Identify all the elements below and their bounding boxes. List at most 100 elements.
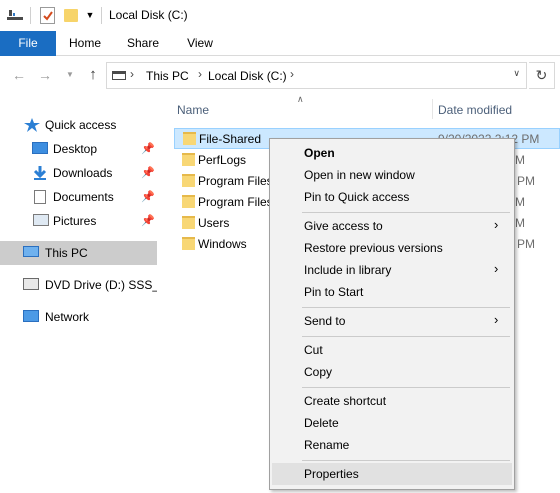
menu-separator	[302, 336, 510, 337]
menu-item-pin-quick-access[interactable]: Pin to Quick access	[272, 186, 512, 208]
menu-separator	[302, 460, 510, 461]
tab-home[interactable]: Home	[56, 31, 114, 56]
new-folder-icon[interactable]	[64, 9, 78, 22]
nav-label: Documents	[53, 190, 114, 204]
navigation-pane: Quick access Desktop 📌 Downloads 📌 Docum…	[0, 94, 157, 493]
menu-item-properties[interactable]: Properties	[272, 463, 512, 485]
tab-share[interactable]: Share	[114, 31, 172, 56]
menu-item-open-new-window[interactable]: Open in new window	[272, 164, 512, 186]
menu-item-label: Create shortcut	[304, 394, 387, 408]
nav-label: Network	[45, 310, 90, 324]
menu-item-delete[interactable]: Delete	[272, 412, 512, 434]
nav-item-downloads[interactable]: Downloads 📌	[0, 162, 157, 184]
refresh-icon[interactable]: ↻	[529, 62, 555, 89]
menu-separator	[302, 307, 510, 308]
computer-icon	[23, 246, 39, 257]
nav-item-desktop[interactable]: Desktop 📌	[0, 138, 157, 160]
context-menu: Open Open in new window Pin to Quick acc…	[269, 138, 515, 490]
menu-item-label: Pin to Start	[304, 285, 364, 299]
pictures-icon	[33, 214, 49, 226]
nav-item-network[interactable]: Network	[0, 306, 157, 328]
nav-item-dvd-drive[interactable]: DVD Drive (D:) SSS_X6	[0, 274, 157, 296]
menu-separator	[302, 212, 510, 213]
folder-icon	[183, 132, 196, 145]
folder-icon	[182, 174, 195, 187]
breadcrumb-local-disk[interactable]: Local Disk (C:)	[208, 69, 287, 83]
menu-item-label: Open in new window	[304, 168, 415, 182]
nav-item-quick-access[interactable]: Quick access	[0, 114, 157, 136]
up-arrow-icon[interactable]: ↑	[85, 67, 101, 83]
menu-item-pin-to-start[interactable]: Pin to Start	[272, 281, 512, 303]
folder-icon	[182, 195, 195, 208]
breadcrumb-chevron-icon[interactable]: ›	[130, 67, 134, 81]
file-name: Program Files	[198, 195, 273, 209]
nav-label: Desktop	[53, 142, 98, 156]
submenu-arrow-icon: ›	[494, 261, 499, 276]
breadcrumb-this-pc[interactable]: This PC	[146, 69, 189, 83]
dvd-drive-icon	[23, 278, 39, 290]
download-icon	[33, 166, 47, 180]
nav-item-pictures[interactable]: Pictures 📌	[0, 210, 157, 232]
ribbon-tabs: File Home Share View	[0, 31, 560, 56]
submenu-arrow-icon: ›	[494, 312, 499, 327]
menu-item-label: Send to	[304, 314, 346, 328]
folder-icon	[182, 237, 195, 250]
file-name: Program Files	[198, 174, 273, 188]
quick-access-toolbar-icon[interactable]	[7, 8, 23, 22]
menu-item-label: Delete	[304, 416, 339, 430]
dropdown-icon[interactable]: ∨	[513, 68, 520, 79]
nav-item-this-pc[interactable]: This PC	[0, 241, 157, 265]
documents-icon	[34, 190, 46, 204]
pin-icon: 📌	[141, 215, 155, 227]
menu-item-open[interactable]: Open	[272, 142, 512, 164]
pin-icon: 📌	[141, 191, 155, 203]
nav-label: Pictures	[53, 214, 97, 228]
menu-item-restore-versions[interactable]: Restore previous versions	[272, 237, 512, 259]
breadcrumb-chevron-icon[interactable]: ›	[198, 67, 202, 81]
nav-item-documents[interactable]: Documents 📌	[0, 186, 157, 208]
file-name: Windows	[198, 237, 247, 251]
menu-item-send-to[interactable]: Send to ›	[272, 310, 512, 332]
nav-label: Downloads	[53, 166, 113, 180]
submenu-arrow-icon: ›	[494, 217, 499, 232]
column-header-date-modified[interactable]: Date modified	[438, 103, 512, 117]
star-icon	[24, 118, 40, 132]
title-bar: ▼ Local Disk (C:)	[0, 0, 560, 31]
menu-item-cut[interactable]: Cut	[272, 339, 512, 361]
menu-separator	[302, 387, 510, 388]
menu-item-label: Cut	[304, 343, 323, 357]
menu-item-give-access[interactable]: Give access to ›	[272, 215, 512, 237]
menu-item-include-library[interactable]: Include in library ›	[272, 259, 512, 281]
recent-locations-chevron-icon[interactable]: ▼	[62, 67, 78, 83]
sort-ascending-icon: ∧	[297, 94, 304, 104]
customize-dropdown-icon[interactable]: ▼	[84, 8, 96, 22]
menu-item-create-shortcut[interactable]: Create shortcut	[272, 390, 512, 412]
toolbar-separator	[30, 7, 31, 24]
menu-item-label: Give access to	[304, 219, 383, 233]
desktop-icon	[32, 142, 48, 154]
back-arrow-icon[interactable]: ←	[11, 67, 27, 83]
menu-item-copy[interactable]: Copy	[272, 361, 512, 383]
tab-view[interactable]: View	[172, 31, 228, 56]
forward-arrow-icon[interactable]: →	[37, 67, 53, 83]
pin-icon: 📌	[141, 143, 155, 155]
breadcrumb-chevron-icon[interactable]: ›	[290, 67, 294, 81]
folder-icon	[182, 216, 195, 229]
window-title: Local Disk (C:)	[109, 8, 188, 22]
menu-item-label: Pin to Quick access	[304, 190, 410, 204]
menu-item-rename[interactable]: Rename	[272, 434, 512, 456]
menu-item-label: Restore previous versions	[304, 241, 443, 255]
address-bar[interactable]: › This PC › Local Disk (C:) › ∨	[106, 62, 527, 89]
nav-label: This PC	[45, 246, 88, 260]
network-icon	[23, 310, 39, 322]
file-name: File-Shared	[199, 132, 262, 146]
toolbar-separator	[101, 7, 102, 24]
properties-icon[interactable]	[40, 7, 55, 24]
menu-item-label: Open	[304, 146, 335, 160]
tab-file[interactable]: File	[0, 31, 56, 56]
file-name: Users	[198, 216, 230, 230]
column-header-name[interactable]: Name	[177, 103, 209, 117]
column-divider[interactable]	[432, 99, 433, 119]
menu-item-label: Include in library	[304, 263, 392, 277]
menu-item-label: Copy	[304, 365, 333, 379]
